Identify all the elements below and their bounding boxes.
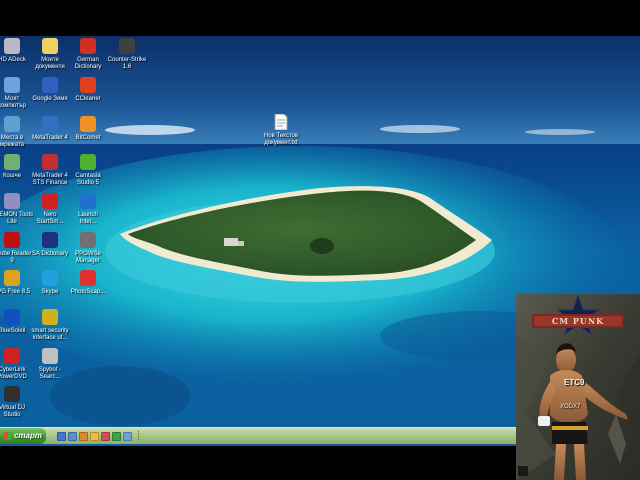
desktop-shortcut[interactable]: CCleaner [63,77,113,103]
bitcomet-icon [80,116,96,132]
desktop-shortcut[interactable]: PPOWSe Manager [63,232,113,265]
metatrader-icon [42,116,58,132]
audio-deck-icon [4,38,20,54]
outlook-icon[interactable] [112,432,121,441]
desktop-shortcut[interactable]: smart security interface ut... [25,309,75,342]
shortcut-label: smart security interface ut... [31,328,69,341]
avg-icon [4,270,20,286]
wrestler-desktop-widget[interactable]: CM PUNK ETC9 XODX7 [516,294,640,480]
uk-flag-icon [42,232,58,248]
daemon-tools-icon [4,193,20,209]
bluetooth-icon [4,309,20,325]
recycle-bin-icon [4,154,20,170]
wrestler-title: CM PUNK [551,316,605,326]
desktop-shortcut[interactable]: BitComet [63,116,113,142]
desktop-shortcut[interactable]: PhotoScap... [63,270,113,296]
messenger-icon[interactable] [101,432,110,441]
smart-security-icon [42,309,58,325]
desktop-shortcut[interactable]: Spybot - Searc... [25,348,75,381]
internet-explorer-icon [80,193,96,209]
wrestler-text-1: ETC9 [564,378,585,387]
photoscape-icon [80,270,96,286]
shortcut-label: Spybot - Searc... [38,367,62,380]
ccleaner-icon [80,77,96,93]
desktop-shortcut[interactable]: Virtual DJ Studio [0,386,37,419]
nero-icon [42,193,58,209]
adobe-reader-icon [4,232,20,248]
shortcut-label: Counter-Strike 1.6 [107,57,147,70]
shortcut-label: PPOWSe Manager [75,251,101,264]
folder-icon[interactable] [90,432,99,441]
my-documents-icon [42,38,58,54]
manager-icon [80,232,96,248]
windows-logo-icon [4,432,12,440]
dictionary-icon [80,38,96,54]
desktop-shortcut[interactable]: Camtasia Studio 5 [63,154,113,187]
my-computer-icon [4,77,20,93]
shortcut-label: Camtasia Studio 5 [75,173,101,186]
start-button[interactable]: старт [0,428,46,444]
shortcut-label: CCleaner [75,96,101,102]
explorer-icon[interactable] [123,432,132,441]
spybot-icon [42,348,58,364]
desktop-shortcut[interactable]: Launch Inter... [63,193,113,226]
wrestler-text-2: XODX7 [560,404,581,410]
network-places-icon [4,116,20,132]
text-document-icon [274,114,288,130]
metatrader-sts-icon [42,154,58,170]
powerdvd-icon [4,348,20,364]
shortcut-label: Launch Inter... [78,212,98,225]
document-label: Нов Текстов документ.txt [263,133,299,146]
google-earth-icon [42,77,58,93]
show-desktop-icon[interactable] [68,432,77,441]
windows-media-icon[interactable] [79,432,88,441]
counter-strike-icon [119,38,135,54]
taskbar: старт [0,427,516,444]
text-document-shortcut[interactable]: Нов Текстов документ.txt [258,114,304,147]
camtasia-icon [80,154,96,170]
shortcut-label: BitComet [75,135,101,141]
desktop-shortcut[interactable]: Counter-Strike 1.6 [102,38,152,71]
shortcut-label: Virtual DJ Studio [0,405,25,418]
internet-explorer-icon[interactable] [57,432,66,441]
quick-launch-separator [138,431,141,440]
shortcut-label: PhotoScap... [70,289,106,295]
virtual-dj-icon [4,386,20,402]
skype-icon [42,270,58,286]
start-label: старт [13,431,42,440]
